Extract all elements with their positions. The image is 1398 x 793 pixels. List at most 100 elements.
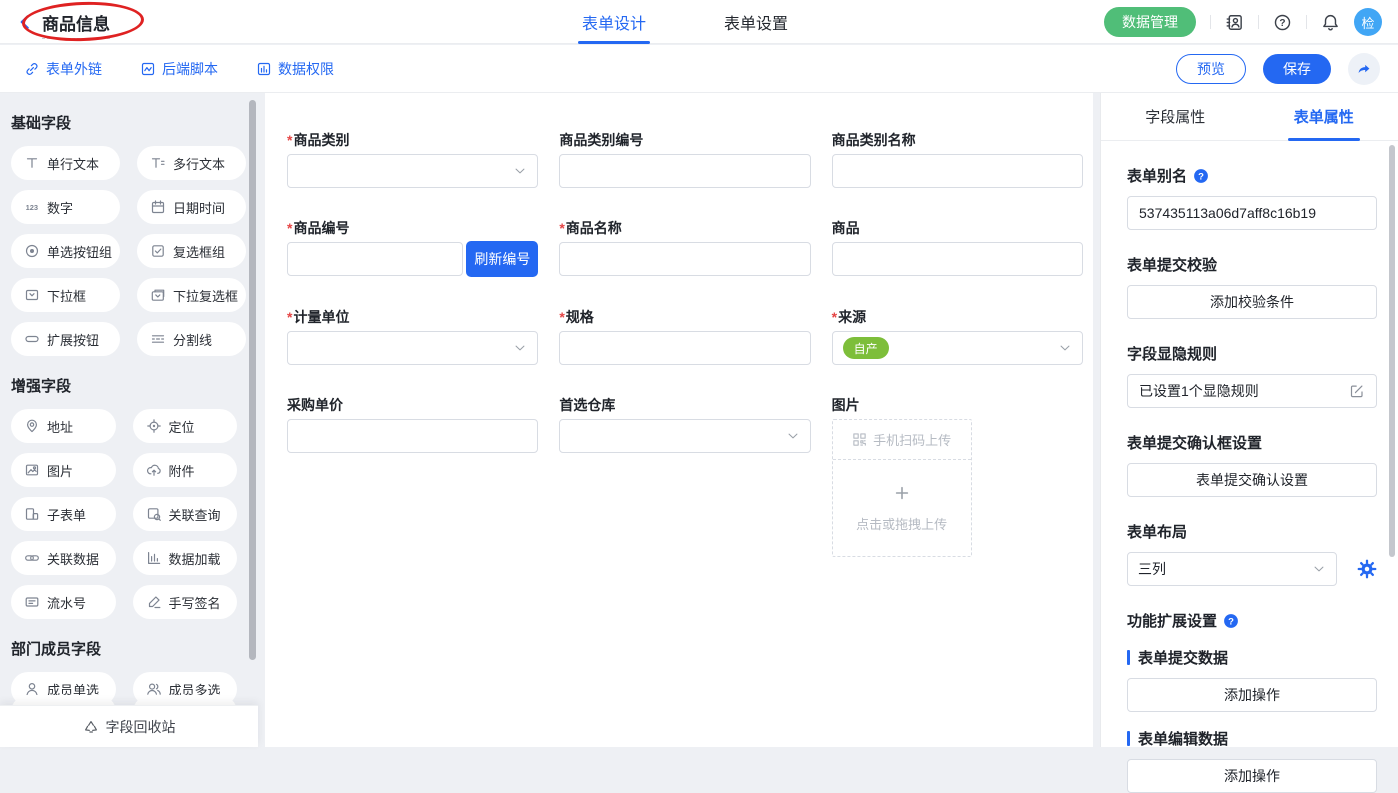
- share-button[interactable]: [1348, 53, 1380, 85]
- field-type-pill-serial-number[interactable]: 流水号: [11, 585, 116, 619]
- select-control[interactable]: [559, 419, 810, 453]
- field-type-pill-attachment[interactable]: 附件: [133, 453, 238, 487]
- properties-tabs: 字段属性 表单属性: [1101, 93, 1398, 141]
- extend-button-icon: [24, 331, 40, 347]
- form-field[interactable]: *商品编号刷新编号: [287, 218, 538, 277]
- signature-icon: [146, 594, 162, 610]
- field-type-label: 日期时间: [173, 198, 225, 217]
- form-field-label-text: 计量单位: [293, 309, 349, 325]
- checkbox-group-icon: [150, 243, 166, 259]
- text-input[interactable]: [559, 242, 810, 276]
- visibility-rule-box[interactable]: 已设置1个显隐规则: [1127, 374, 1377, 408]
- field-type-pill-multi-line-text[interactable]: 多行文本: [137, 146, 246, 180]
- select-control[interactable]: [287, 154, 538, 188]
- back-icon[interactable]: [16, 13, 34, 31]
- field-type-pill-image[interactable]: 图片: [11, 453, 116, 487]
- field-type-pill-datetime[interactable]: 日期时间: [137, 190, 246, 224]
- field-type-pill-checkbox-group[interactable]: 复选框组: [137, 234, 246, 268]
- location-icon: [146, 418, 162, 434]
- panel-action-button[interactable]: 添加操作: [1127, 678, 1377, 712]
- data-permission-link[interactable]: 数据权限: [256, 45, 334, 93]
- form-external-link[interactable]: 表单外链: [24, 45, 102, 93]
- tab-form-settings[interactable]: 表单设置: [724, 0, 788, 44]
- page-title[interactable]: 商品信息: [42, 10, 110, 39]
- field-recycle-bin[interactable]: 字段回收站: [0, 705, 258, 747]
- panel-subsection-label: 表单编辑数据: [1127, 728, 1377, 749]
- form-field-label-text: 图片: [832, 397, 860, 413]
- sidebar-scrollbar[interactable]: [249, 100, 256, 660]
- datetime-icon: [150, 199, 166, 215]
- form-field-label-text: 商品编号: [293, 220, 349, 236]
- form-field[interactable]: 首选仓库: [559, 395, 810, 557]
- tab-form-design[interactable]: 表单设计: [582, 0, 646, 44]
- notification-bell-icon[interactable]: [1321, 13, 1340, 32]
- form-field[interactable]: 商品: [832, 218, 1083, 277]
- save-button[interactable]: 保存: [1263, 54, 1331, 84]
- field-type-pill-data-load[interactable]: 数据加载: [133, 541, 238, 575]
- field-type-pill-linked-data[interactable]: 关联数据: [11, 541, 116, 575]
- field-type-pill-radio-group[interactable]: 单选按钮组: [11, 234, 120, 268]
- field-type-pill-subform[interactable]: 子表单: [11, 497, 116, 531]
- text-input[interactable]: [832, 154, 1083, 188]
- field-type-pill-extend-button[interactable]: 扩展按钮: [11, 322, 120, 356]
- form-field-label: *计量单位: [287, 307, 538, 327]
- panel-action-button[interactable]: 添加校验条件: [1127, 285, 1377, 319]
- form-field[interactable]: 商品类别编号: [559, 130, 810, 188]
- field-type-pill-single-line-text[interactable]: 单行文本: [11, 146, 120, 180]
- clipped-pill-row: [11, 695, 237, 705]
- panel-section-label-text: 表单提交确认框设置: [1127, 432, 1262, 453]
- form-field[interactable]: *商品名称: [559, 218, 810, 277]
- tab-field-properties[interactable]: 字段属性: [1101, 93, 1250, 140]
- tab-form-properties[interactable]: 表单属性: [1250, 93, 1398, 140]
- form-field[interactable]: *规格: [559, 307, 810, 365]
- refresh-number-button[interactable]: 刷新编号: [466, 241, 538, 277]
- field-type-pill-multi-select[interactable]: 下拉复选框: [137, 278, 246, 312]
- panel-subsection-label: 表单提交数据: [1127, 647, 1377, 668]
- drop-upload-area[interactable]: 点击或拖拽上传: [833, 460, 971, 556]
- select-control[interactable]: [287, 331, 538, 365]
- form-field[interactable]: 图片手机扫码上传点击或拖拽上传: [832, 395, 1083, 557]
- address-book-icon[interactable]: [1225, 13, 1244, 32]
- form-design-canvas[interactable]: *商品类别商品类别编号商品类别名称 * 商品编号刷新编号 *商品名称商品 *计量单位 *规…: [265, 93, 1093, 747]
- panel-scrollbar[interactable]: [1389, 145, 1395, 557]
- field-type-pill-signature[interactable]: 手写签名: [133, 585, 238, 619]
- select-control[interactable]: 自产: [832, 331, 1083, 365]
- form-field[interactable]: 商品类别名称: [832, 130, 1083, 188]
- text-input[interactable]: [832, 242, 1083, 276]
- form-field[interactable]: *计量单位: [287, 307, 538, 365]
- field-type-pill-linked-query[interactable]: 关联查询: [133, 497, 238, 531]
- avatar[interactable]: 检: [1354, 8, 1382, 36]
- field-type-pill-location[interactable]: 定位: [133, 409, 238, 443]
- form-alias-input[interactable]: 537435113a06d7aff8c16b19: [1127, 196, 1377, 230]
- text-input[interactable]: [287, 419, 538, 453]
- data-manage-button[interactable]: 数据管理: [1104, 7, 1196, 37]
- field-type-pill-number[interactable]: 123数字: [11, 190, 120, 224]
- form-field[interactable]: *来源自产: [832, 307, 1083, 365]
- text-input[interactable]: [559, 331, 810, 365]
- scan-upload-area[interactable]: 手机扫码上传: [833, 420, 971, 460]
- field-type-pill-address[interactable]: 地址: [11, 409, 116, 443]
- panel-action-button[interactable]: 表单提交确认设置: [1127, 463, 1377, 497]
- gear-icon: [1357, 559, 1377, 579]
- panel-control: 已设置1个显隐规则: [1127, 374, 1377, 408]
- chevron-down-icon: [1312, 562, 1326, 576]
- form-layout-select[interactable]: 三列: [1127, 552, 1337, 586]
- field-type-pill-select[interactable]: 下拉框: [11, 278, 120, 312]
- text-input[interactable]: [559, 154, 810, 188]
- form-field[interactable]: 采购单价: [287, 395, 538, 557]
- panel-action-button[interactable]: 添加操作: [1127, 759, 1377, 793]
- sidebar-section-grid: 地址定位图片附件子表单 关联查询关联数据数据加载流水号手写签名: [11, 409, 237, 619]
- preview-button[interactable]: 预览: [1176, 54, 1246, 84]
- form-field[interactable]: *商品类别: [287, 130, 538, 188]
- panel-subsection-label-text: 表单编辑数据: [1138, 728, 1228, 749]
- address-icon: [24, 418, 40, 434]
- help-icon[interactable]: ?: [1273, 13, 1292, 32]
- panel-section-label-text: 功能扩展设置: [1127, 610, 1217, 631]
- backend-script-link[interactable]: 后端脚本: [140, 45, 218, 93]
- required-asterisk: *: [287, 132, 292, 148]
- sidebar-section-title: 增强字段: [11, 375, 237, 396]
- field-type-pill-divider[interactable]: 分割线: [137, 322, 246, 356]
- field-type-label: 下拉框: [47, 286, 86, 305]
- field-type-label: 子表单: [47, 505, 86, 524]
- text-input[interactable]: [287, 242, 463, 276]
